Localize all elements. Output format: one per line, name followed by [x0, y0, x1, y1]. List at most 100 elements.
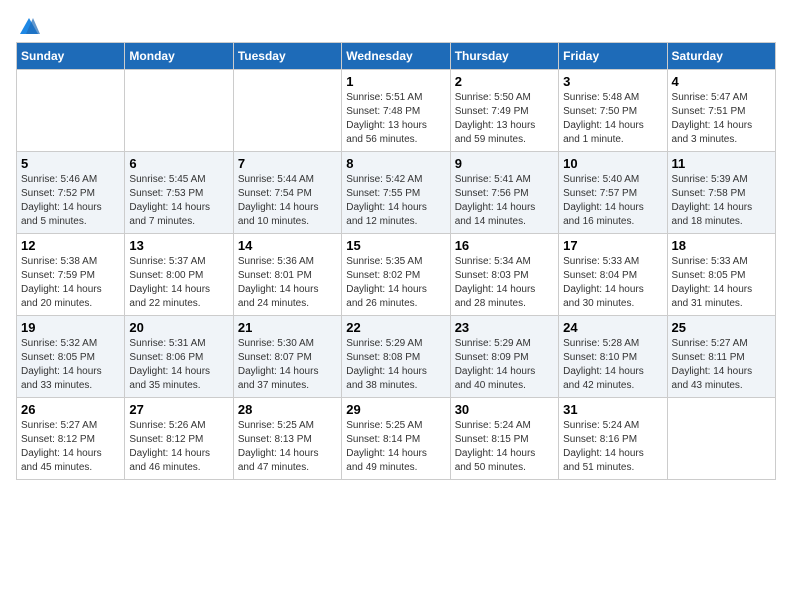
calendar-day-cell: 26 Sunrise: 5:27 AMSunset: 8:12 PMDayligh…: [17, 398, 125, 480]
day-number: 31: [563, 402, 662, 417]
calendar-week-row: 19 Sunrise: 5:32 AMSunset: 8:05 PMDayligh…: [17, 316, 776, 398]
calendar-day-cell: 28 Sunrise: 5:25 AMSunset: 8:13 PMDayligh…: [233, 398, 341, 480]
calendar-day-cell: 15 Sunrise: 5:35 AMSunset: 8:02 PMDayligh…: [342, 234, 450, 316]
day-info: Sunrise: 5:35 AMSunset: 8:02 PMDaylight:…: [346, 255, 445, 311]
calendar-day-cell: 16 Sunrise: 5:34 AMSunset: 8:03 PMDayligh…: [450, 234, 558, 316]
calendar-day-cell: 11 Sunrise: 5:39 AMSunset: 7:58 PMDayligh…: [667, 152, 775, 234]
day-number: 5: [21, 156, 120, 171]
day-number: 19: [21, 320, 120, 335]
day-number: 29: [346, 402, 445, 417]
day-info: Sunrise: 5:40 AMSunset: 7:57 PMDaylight:…: [563, 173, 662, 229]
day-number: 24: [563, 320, 662, 335]
calendar-header-row: SundayMondayTuesdayWednesdayThursdayFrid…: [17, 43, 776, 70]
calendar-day-cell: 9 Sunrise: 5:41 AMSunset: 7:56 PMDaylight…: [450, 152, 558, 234]
day-number: 18: [672, 238, 771, 253]
column-header-saturday: Saturday: [667, 43, 775, 70]
day-number: 23: [455, 320, 554, 335]
day-info: Sunrise: 5:41 AMSunset: 7:56 PMDaylight:…: [455, 173, 554, 229]
day-info: Sunrise: 5:26 AMSunset: 8:12 PMDaylight:…: [129, 419, 228, 475]
column-header-wednesday: Wednesday: [342, 43, 450, 70]
day-number: 20: [129, 320, 228, 335]
day-number: 10: [563, 156, 662, 171]
day-number: 13: [129, 238, 228, 253]
calendar-day-cell: 3Sunrise: 5:48 AMSunset: 7:50 PMDaylight…: [559, 70, 667, 152]
calendar-day-cell: [667, 398, 775, 480]
calendar-day-cell: 14 Sunrise: 5:36 AMSunset: 8:01 PMDayligh…: [233, 234, 341, 316]
calendar-day-cell: 13 Sunrise: 5:37 AMSunset: 8:00 PMDayligh…: [125, 234, 233, 316]
day-number: 16: [455, 238, 554, 253]
day-number: 1: [346, 74, 445, 89]
day-number: 27: [129, 402, 228, 417]
day-info: Sunrise: 5:33 AMSunset: 8:04 PMDaylight:…: [563, 255, 662, 311]
calendar-day-cell: 2Sunrise: 5:50 AMSunset: 7:49 PMDaylight…: [450, 70, 558, 152]
day-info: Sunrise: 5:45 AMSunset: 7:53 PMDaylight:…: [129, 173, 228, 229]
day-info: Sunrise: 5:36 AMSunset: 8:01 PMDaylight:…: [238, 255, 337, 311]
day-info: Sunrise: 5:25 AMSunset: 8:13 PMDaylight:…: [238, 419, 337, 475]
calendar-day-cell: 18 Sunrise: 5:33 AMSunset: 8:05 PMDayligh…: [667, 234, 775, 316]
day-number: 12: [21, 238, 120, 253]
day-info: Sunrise: 5:27 AMSunset: 8:12 PMDaylight:…: [21, 419, 120, 475]
day-number: 30: [455, 402, 554, 417]
logo: [16, 16, 40, 34]
day-number: 3: [563, 74, 662, 89]
day-info: Sunrise: 5:30 AMSunset: 8:07 PMDaylight:…: [238, 337, 337, 393]
calendar-day-cell: 5 Sunrise: 5:46 AMSunset: 7:52 PMDaylight…: [17, 152, 125, 234]
calendar-day-cell: 7 Sunrise: 5:44 AMSunset: 7:54 PMDaylight…: [233, 152, 341, 234]
calendar-day-cell: 24 Sunrise: 5:28 AMSunset: 8:10 PMDayligh…: [559, 316, 667, 398]
day-info: Sunrise: 5:37 AMSunset: 8:00 PMDaylight:…: [129, 255, 228, 311]
calendar-day-cell: 31 Sunrise: 5:24 AMSunset: 8:16 PMDayligh…: [559, 398, 667, 480]
day-number: 17: [563, 238, 662, 253]
column-header-sunday: Sunday: [17, 43, 125, 70]
calendar-day-cell: [125, 70, 233, 152]
day-number: 7: [238, 156, 337, 171]
day-info: Sunrise: 5:32 AMSunset: 8:05 PMDaylight:…: [21, 337, 120, 393]
day-info: Sunrise: 5:50 AMSunset: 7:49 PMDaylight:…: [455, 91, 554, 147]
calendar-day-cell: 1 Sunrise: 5:51 AMSunset: 7:48 PMDaylight…: [342, 70, 450, 152]
day-info: Sunrise: 5:34 AMSunset: 8:03 PMDaylight:…: [455, 255, 554, 311]
day-info: Sunrise: 5:51 AMSunset: 7:48 PMDaylight:…: [346, 91, 445, 147]
day-info: Sunrise: 5:39 AMSunset: 7:58 PMDaylight:…: [672, 173, 771, 229]
day-number: 8: [346, 156, 445, 171]
calendar-week-row: 26 Sunrise: 5:27 AMSunset: 8:12 PMDayligh…: [17, 398, 776, 480]
day-number: 15: [346, 238, 445, 253]
day-info: Sunrise: 5:25 AMSunset: 8:14 PMDaylight:…: [346, 419, 445, 475]
calendar-day-cell: 17 Sunrise: 5:33 AMSunset: 8:04 PMDayligh…: [559, 234, 667, 316]
day-number: 25: [672, 320, 771, 335]
column-header-friday: Friday: [559, 43, 667, 70]
calendar-day-cell: 6Sunrise: 5:45 AMSunset: 7:53 PMDaylight…: [125, 152, 233, 234]
day-info: Sunrise: 5:24 AMSunset: 8:16 PMDaylight:…: [563, 419, 662, 475]
day-info: Sunrise: 5:46 AMSunset: 7:52 PMDaylight:…: [21, 173, 120, 229]
day-info: Sunrise: 5:44 AMSunset: 7:54 PMDaylight:…: [238, 173, 337, 229]
logo-icon: [18, 16, 40, 38]
calendar-day-cell: 10 Sunrise: 5:40 AMSunset: 7:57 PMDayligh…: [559, 152, 667, 234]
calendar-week-row: 1 Sunrise: 5:51 AMSunset: 7:48 PMDaylight…: [17, 70, 776, 152]
calendar-day-cell: 20 Sunrise: 5:31 AMSunset: 8:06 PMDayligh…: [125, 316, 233, 398]
calendar-table: SundayMondayTuesdayWednesdayThursdayFrid…: [16, 42, 776, 480]
calendar-day-cell: 19 Sunrise: 5:32 AMSunset: 8:05 PMDayligh…: [17, 316, 125, 398]
day-number: 14: [238, 238, 337, 253]
calendar-day-cell: 25Sunrise: 5:27 AMSunset: 8:11 PMDayligh…: [667, 316, 775, 398]
day-info: Sunrise: 5:29 AMSunset: 8:08 PMDaylight:…: [346, 337, 445, 393]
calendar-day-cell: [17, 70, 125, 152]
day-info: Sunrise: 5:33 AMSunset: 8:05 PMDaylight:…: [672, 255, 771, 311]
day-number: 11: [672, 156, 771, 171]
day-number: 26: [21, 402, 120, 417]
day-number: 21: [238, 320, 337, 335]
day-number: 28: [238, 402, 337, 417]
calendar-week-row: 5 Sunrise: 5:46 AMSunset: 7:52 PMDaylight…: [17, 152, 776, 234]
calendar-day-cell: 8Sunrise: 5:42 AMSunset: 7:55 PMDaylight…: [342, 152, 450, 234]
page-header: [16, 16, 776, 34]
calendar-day-cell: 23 Sunrise: 5:29 AMSunset: 8:09 PMDayligh…: [450, 316, 558, 398]
calendar-day-cell: 4 Sunrise: 5:47 AMSunset: 7:51 PMDaylight…: [667, 70, 775, 152]
day-info: Sunrise: 5:29 AMSunset: 8:09 PMDaylight:…: [455, 337, 554, 393]
column-header-monday: Monday: [125, 43, 233, 70]
day-info: Sunrise: 5:31 AMSunset: 8:06 PMDaylight:…: [129, 337, 228, 393]
day-number: 4: [672, 74, 771, 89]
column-header-thursday: Thursday: [450, 43, 558, 70]
calendar-day-cell: 27 Sunrise: 5:26 AMSunset: 8:12 PMDayligh…: [125, 398, 233, 480]
day-number: 22: [346, 320, 445, 335]
day-info: Sunrise: 5:47 AMSunset: 7:51 PMDaylight:…: [672, 91, 771, 147]
day-number: 9: [455, 156, 554, 171]
calendar-day-cell: 12Sunrise: 5:38 AMSunset: 7:59 PMDayligh…: [17, 234, 125, 316]
day-info: Sunrise: 5:28 AMSunset: 8:10 PMDaylight:…: [563, 337, 662, 393]
